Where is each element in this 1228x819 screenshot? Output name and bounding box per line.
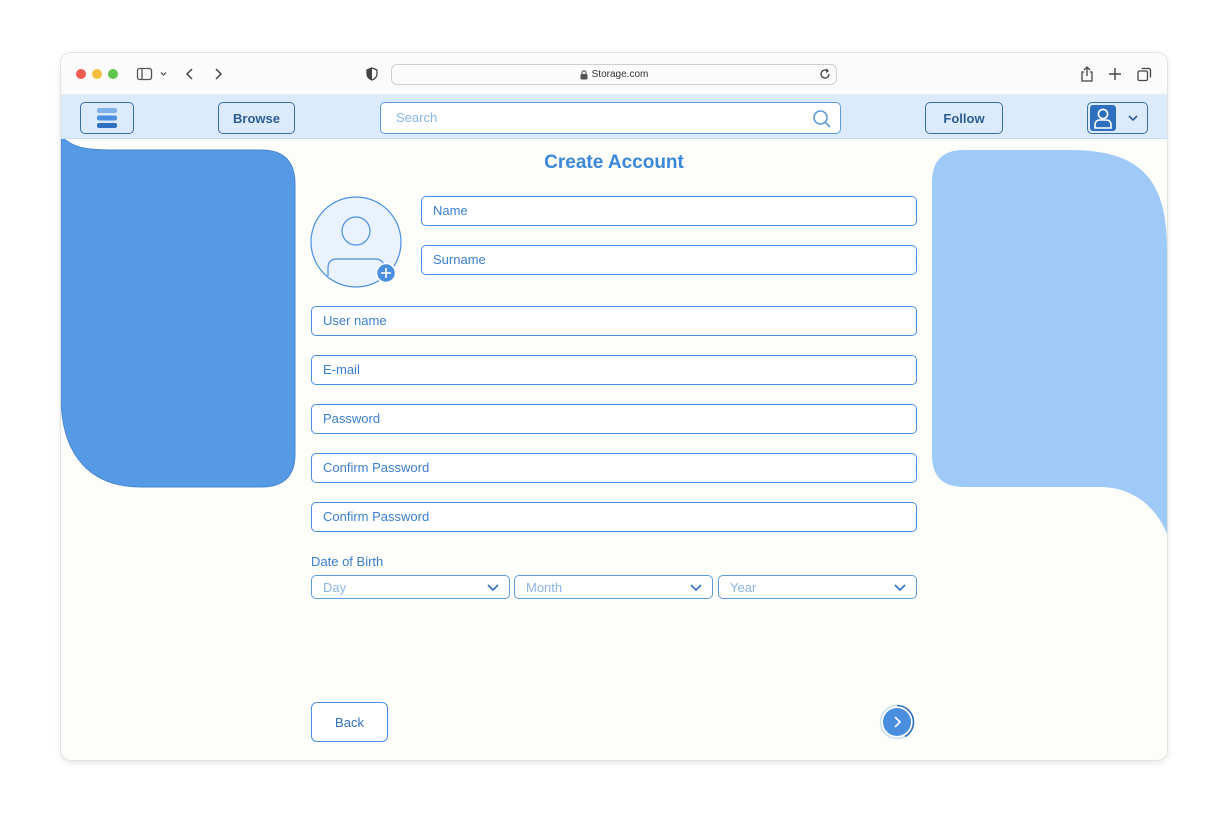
browser-toolbar: Storage.com xyxy=(61,53,1167,95)
page-title: Create Account xyxy=(544,152,684,173)
add-photo-icon[interactable] xyxy=(375,262,397,284)
username-input[interactable] xyxy=(323,313,867,328)
search-input[interactable] xyxy=(396,110,796,125)
confirm-password-field xyxy=(311,453,917,483)
menu-icon xyxy=(96,107,118,129)
left-decorative-panel xyxy=(61,136,296,488)
day-select-value: Day xyxy=(323,580,347,595)
name-field xyxy=(421,196,917,226)
month-select[interactable]: Month xyxy=(514,575,713,599)
month-select-value: Month xyxy=(526,580,563,595)
sidebar-toggle-icon[interactable] xyxy=(136,64,170,84)
confirm-password-field-2 xyxy=(311,502,917,532)
search-bar xyxy=(380,102,841,134)
day-select[interactable]: Day xyxy=(311,575,510,599)
reload-icon[interactable] xyxy=(819,68,831,80)
url-text: Storage.com xyxy=(591,69,649,80)
menu-button[interactable] xyxy=(80,102,134,134)
password-field xyxy=(311,404,917,434)
confirm-password-input[interactable] xyxy=(323,460,867,475)
profile-menu-button[interactable] xyxy=(1087,102,1148,134)
share-icon[interactable] xyxy=(1079,64,1095,84)
forward-arrow-icon[interactable] xyxy=(211,64,225,84)
user-avatar-icon xyxy=(1090,105,1116,131)
email-field xyxy=(311,355,917,385)
surname-field xyxy=(421,245,917,275)
browse-button[interactable]: Browse xyxy=(218,102,295,134)
next-button[interactable] xyxy=(879,703,917,741)
username-field xyxy=(311,306,917,336)
surname-input[interactable] xyxy=(433,252,878,267)
address-bar[interactable]: Storage.com xyxy=(391,64,837,85)
name-input[interactable] xyxy=(433,203,878,218)
follow-button[interactable]: Follow xyxy=(925,102,1003,134)
chevron-down-icon xyxy=(1126,111,1140,125)
email-input[interactable] xyxy=(323,362,867,377)
close-window-button[interactable] xyxy=(76,69,86,79)
minimize-window-button[interactable] xyxy=(92,69,102,79)
app-header: Browse Follow xyxy=(61,95,1167,139)
year-select-value: Year xyxy=(730,580,757,595)
back-arrow-icon[interactable] xyxy=(183,64,197,84)
maximize-window-button[interactable] xyxy=(108,69,118,79)
privacy-shield-icon[interactable] xyxy=(365,64,379,84)
profile-photo-upload[interactable] xyxy=(310,196,404,290)
chevron-down-icon xyxy=(486,581,500,595)
right-decorative-panel xyxy=(932,150,1167,534)
dob-label: Date of Birth xyxy=(311,554,384,569)
search-icon[interactable] xyxy=(812,109,832,129)
new-tab-icon[interactable] xyxy=(1107,64,1123,84)
tab-overview-icon[interactable] xyxy=(1136,64,1152,84)
chevron-down-icon xyxy=(689,581,703,595)
back-button[interactable]: Back xyxy=(311,702,388,742)
lock-icon xyxy=(580,69,588,80)
password-input[interactable] xyxy=(323,411,867,426)
year-select[interactable]: Year xyxy=(718,575,917,599)
confirm-password-input-2[interactable] xyxy=(323,509,867,524)
chevron-down-icon xyxy=(893,581,907,595)
browser-window: Storage.com Browse Search Follow Create … xyxy=(61,53,1167,760)
